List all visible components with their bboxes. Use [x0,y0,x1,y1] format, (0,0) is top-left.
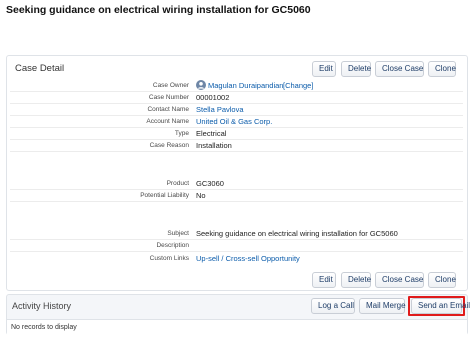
type-label: Type [174,130,189,137]
log-call-button[interactable]: Log a Call [311,298,355,314]
product-label: Product [166,180,189,187]
field-row-description: Description [10,240,463,252]
case-owner-label: Case Owner [152,82,189,89]
clone-button[interactable]: Clone [428,61,456,77]
case-detail-title: Case Detail [15,63,65,74]
page-title: Seeking guidance on electrical wiring in… [6,4,311,16]
field-row-product: Product GC3060 [10,178,463,190]
case-owner-link[interactable]: Magulan Duraipandian [208,81,283,90]
case-number-label: Case Number [148,94,189,101]
activity-history-body: No records to display [7,319,467,335]
delete-button-bottom[interactable]: Delete [341,272,371,288]
field-row-type: Type Electrical [10,128,463,140]
change-owner-link[interactable]: [Change] [283,81,313,90]
case-detail-header: Case Detail Edit Delete Close Case Clone [7,56,467,81]
product-value: GC3060 [196,179,224,188]
activity-history-panel: Activity History Log a Call Mail Merge S… [6,294,470,335]
field-row-subject: Subject Seeking guidance on electrical w… [10,228,463,240]
clone-button-bottom[interactable]: Clone [428,272,456,288]
field-row-account-name: Account Name United Oil & Gas Corp. [10,116,463,128]
account-name-link[interactable]: United Oil & Gas Corp. [196,117,272,126]
potential-liability-label: Potential Liability [140,192,189,199]
empty-records-text: No records to display [11,324,77,331]
field-row-custom-links: Custom Links Up-sell / Cross-sell Opport… [10,253,463,265]
field-row-case-reason: Case Reason Installation [10,140,463,152]
edit-button-bottom[interactable]: Edit [312,272,336,288]
subject-value: Seeking guidance on electrical wiring in… [196,229,398,238]
close-case-button-bottom[interactable]: Close Case [375,272,424,288]
upsell-link[interactable]: Up-sell / Cross-sell Opportunity [196,254,300,263]
contact-name-link[interactable]: Stella Pavlova [196,105,244,114]
contact-name-label: Contact Name [147,106,189,113]
send-email-button[interactable]: Send an Email [411,298,470,314]
user-icon [196,80,206,90]
field-row-case-number: Case Number 00001002 [10,92,463,104]
case-detail-panel: Case Detail Edit Delete Close Case Clone… [6,55,468,291]
mail-merge-button[interactable]: Mail Merge [359,298,406,314]
case-reason-label: Case Reason [149,142,189,149]
edit-button[interactable]: Edit [312,61,336,77]
potential-liability-value: No [196,191,206,200]
field-row-potential-liability: Potential Liability No [10,190,463,202]
activity-history-title: Activity History [12,301,72,311]
type-value: Electrical [196,129,227,138]
subject-label: Subject [167,230,189,237]
field-row-case-owner: Case Owner Magulan Duraipandian [Change] [10,80,463,92]
account-name-label: Account Name [146,118,189,125]
case-number-value: 00001002 [196,93,230,102]
field-row-contact-name: Contact Name Stella Pavlova [10,104,463,116]
close-case-button[interactable]: Close Case [375,61,424,77]
delete-button[interactable]: Delete [341,61,371,77]
description-label: Description [156,242,189,249]
custom-links-label: Custom Links [149,255,189,262]
case-reason-value: Installation [196,141,232,150]
